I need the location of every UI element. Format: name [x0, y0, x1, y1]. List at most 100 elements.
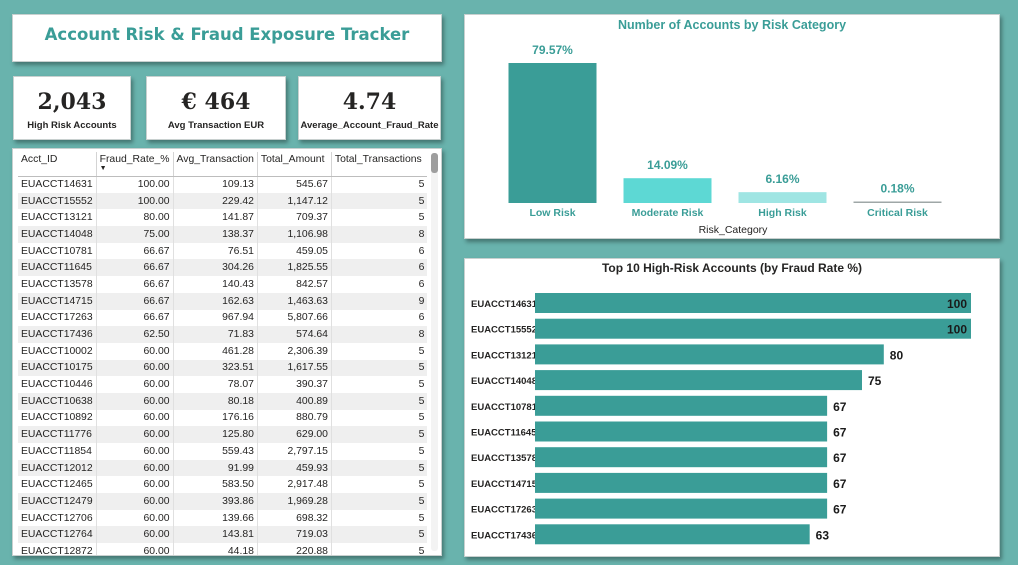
table-row[interactable]: EUACCT12872 60.00 44.18 220.88 5 — [18, 543, 428, 555]
table-cell: 162.63 — [172, 292, 258, 310]
table-row[interactable]: EUACCT12465 60.00 583.50 2,917.48 5 — [18, 476, 428, 494]
table-cell: 100.00 — [95, 176, 174, 193]
kpi-label: High Risk Accounts — [27, 120, 117, 131]
accounts-table-card: Acct_ID Fraud_Rate_% ▼ Avg_Transaction To… — [12, 148, 442, 556]
table-cell: 125.80 — [172, 426, 258, 443]
table-cell: EUACCT10446 — [21, 379, 93, 391]
top10-chart-card: Top 10 High-Risk Accounts (by Fraud Rate… — [464, 258, 1000, 557]
table-cell: 5 — [330, 459, 428, 477]
table-cell: 629.00 — [256, 426, 332, 443]
bar-7 — [535, 472, 828, 493]
table-cell: EUACCT13121 — [21, 212, 93, 224]
table-cell: 461.28 — [172, 342, 258, 360]
kpi-card-avg-fraud-rate[interactable]: 4.74 Average_Account_Fraud_Rate — [298, 76, 441, 140]
table-cell: 880.79 — [256, 409, 332, 427]
table-cell: 709.37 — [256, 209, 332, 227]
column-header-total-transactions[interactable]: Total_Transactions — [330, 152, 428, 177]
table-row[interactable]: EUACCT11776 60.00 125.80 629.00 5 — [18, 426, 428, 443]
table-row[interactable]: EUACCT14715 66.67 162.63 1,463.63 9 — [18, 292, 428, 310]
table-cell: 80.18 — [172, 392, 258, 410]
table-cell: 5 — [330, 176, 428, 193]
data-label: 75 — [868, 374, 882, 388]
table-cell: 62.50 — [95, 326, 174, 343]
table-cell: 60.00 — [95, 392, 174, 410]
bar-0 — [535, 293, 971, 313]
table-cell: 71.83 — [172, 326, 258, 343]
table-cell: 459.93 — [256, 459, 332, 477]
table-cell: EUACCT12479 — [18, 493, 97, 510]
table-cell: EUACCT10638 — [18, 392, 97, 410]
bar-2 — [535, 344, 884, 365]
table-cell: 6 — [330, 309, 428, 327]
table-row[interactable]: EUACCT12706 60.00 139.66 698.32 5 — [18, 509, 428, 527]
table-row[interactable]: EUACCT12012 60.00 91.99 459.93 5 — [18, 459, 428, 477]
table-cell: 140.43 — [172, 276, 258, 293]
category-tick-label: EUACCT17263 — [471, 505, 537, 516]
table-cell: 967.94 — [172, 309, 258, 327]
bar-4 — [535, 395, 828, 416]
kpi-value: 4.74 — [342, 89, 397, 115]
table-row[interactable]: EUACCT14048 75.00 138.37 1,106.98 8 — [18, 226, 428, 243]
table-cell: 6 — [330, 259, 428, 277]
table-cell: 842.57 — [256, 276, 332, 293]
table-row[interactable]: EUACCT10175 60.00 323.51 1,617.55 5 — [18, 359, 428, 377]
table-row[interactable]: EUACCT10446 60.00 78.07 390.37 5 — [18, 376, 428, 393]
data-label: 67 — [833, 400, 847, 414]
table-cell: EUACCT12465 — [21, 479, 93, 491]
table-row[interactable]: EUACCT12764 60.00 143.81 719.03 5 — [18, 526, 428, 544]
table-cell: EUACCT14715 — [18, 292, 97, 310]
table-cell: EUACCT11645 — [18, 259, 97, 277]
table-row[interactable]: EUACCT17263 66.67 967.94 5,807.66 6 — [18, 309, 428, 327]
table-cell: 109.13 — [172, 176, 258, 193]
kpi-label: Average_Account_Fraud_Rate — [300, 120, 439, 131]
bar-5 — [535, 421, 828, 442]
kpi-card-avg-transaction[interactable]: € 464 Avg Transaction EUR — [146, 76, 286, 140]
data-label: 67 — [833, 426, 847, 440]
table-row[interactable]: EUACCT13578 66.67 140.43 842.57 6 — [18, 276, 428, 293]
table-cell: EUACCT11776 — [18, 426, 97, 443]
table-cell: 60.00 — [95, 526, 174, 544]
table-cell: 2,917.48 — [256, 476, 332, 494]
data-label: 80 — [890, 348, 904, 362]
table-cell: 5 — [330, 192, 428, 210]
bar-3 — [535, 370, 862, 391]
table-scrollbar[interactable] — [431, 153, 438, 551]
table-cell: 60.00 — [95, 359, 174, 377]
table-row[interactable]: EUACCT17436 62.50 71.83 574.64 8 — [18, 326, 428, 343]
data-label: 79.57% — [532, 43, 573, 57]
table-cell: 220.88 — [256, 543, 332, 555]
table-cell: 2,306.39 — [256, 342, 332, 360]
kpi-card-high-risk-accounts[interactable]: 2,043 High Risk Accounts — [13, 76, 131, 140]
table-row[interactable]: EUACCT15552 100.00 229.42 1,147.12 5 — [18, 192, 428, 210]
column-header-fraud-rate[interactable]: Fraud_Rate_% ▼ — [95, 152, 174, 177]
table-row[interactable]: EUACCT14631 100.00 109.13 545.67 5 — [18, 176, 428, 193]
column-header-avg-transaction[interactable]: Avg_Transaction — [172, 152, 258, 177]
table-cell: 545.67 — [256, 176, 332, 193]
table-row[interactable]: EUACCT13121 80.00 141.87 709.37 5 — [18, 209, 428, 227]
data-label: 100 — [947, 323, 967, 337]
table-row[interactable]: EUACCT10892 60.00 176.16 880.79 5 — [18, 409, 428, 427]
category-tick-label: EUACCT13578 — [471, 453, 537, 464]
table-row[interactable]: EUACCT10638 60.00 80.18 400.89 5 — [18, 392, 428, 410]
table-row[interactable]: EUACCT11854 60.00 559.43 2,797.15 5 — [18, 443, 428, 460]
column-header-acct-id[interactable]: Acct_ID — [18, 152, 97, 177]
table-cell: EUACCT11854 — [21, 445, 92, 457]
table-row[interactable]: EUACCT12479 60.00 393.86 1,969.28 5 — [18, 493, 428, 510]
table-cell: EUACCT12706 — [21, 512, 93, 524]
table-cell: 2,797.15 — [256, 443, 332, 460]
category-tick-label: EUACCT13121 — [471, 350, 538, 361]
table-row[interactable]: EUACCT10002 60.00 461.28 2,306.39 5 — [18, 342, 428, 360]
category-tick-label: High Risk — [758, 207, 807, 219]
table-row[interactable]: EUACCT11645 66.67 304.26 1,825.55 6 — [18, 259, 428, 277]
table-row[interactable]: EUACCT10781 66.67 76.51 459.05 6 — [18, 242, 428, 260]
column-header-total-amount[interactable]: Total_Amount — [256, 152, 332, 177]
data-label: 67 — [833, 503, 847, 517]
table-cell: 60.00 — [95, 493, 174, 510]
scrollbar-thumb[interactable] — [431, 153, 438, 173]
kpi-value: 2,043 — [37, 89, 107, 115]
data-label: 14.09% — [647, 158, 688, 172]
table-cell: 229.42 — [172, 192, 258, 210]
data-label: 6.16% — [765, 172, 799, 186]
table-cell: 66.67 — [95, 309, 174, 327]
table-cell: 559.43 — [172, 443, 258, 460]
